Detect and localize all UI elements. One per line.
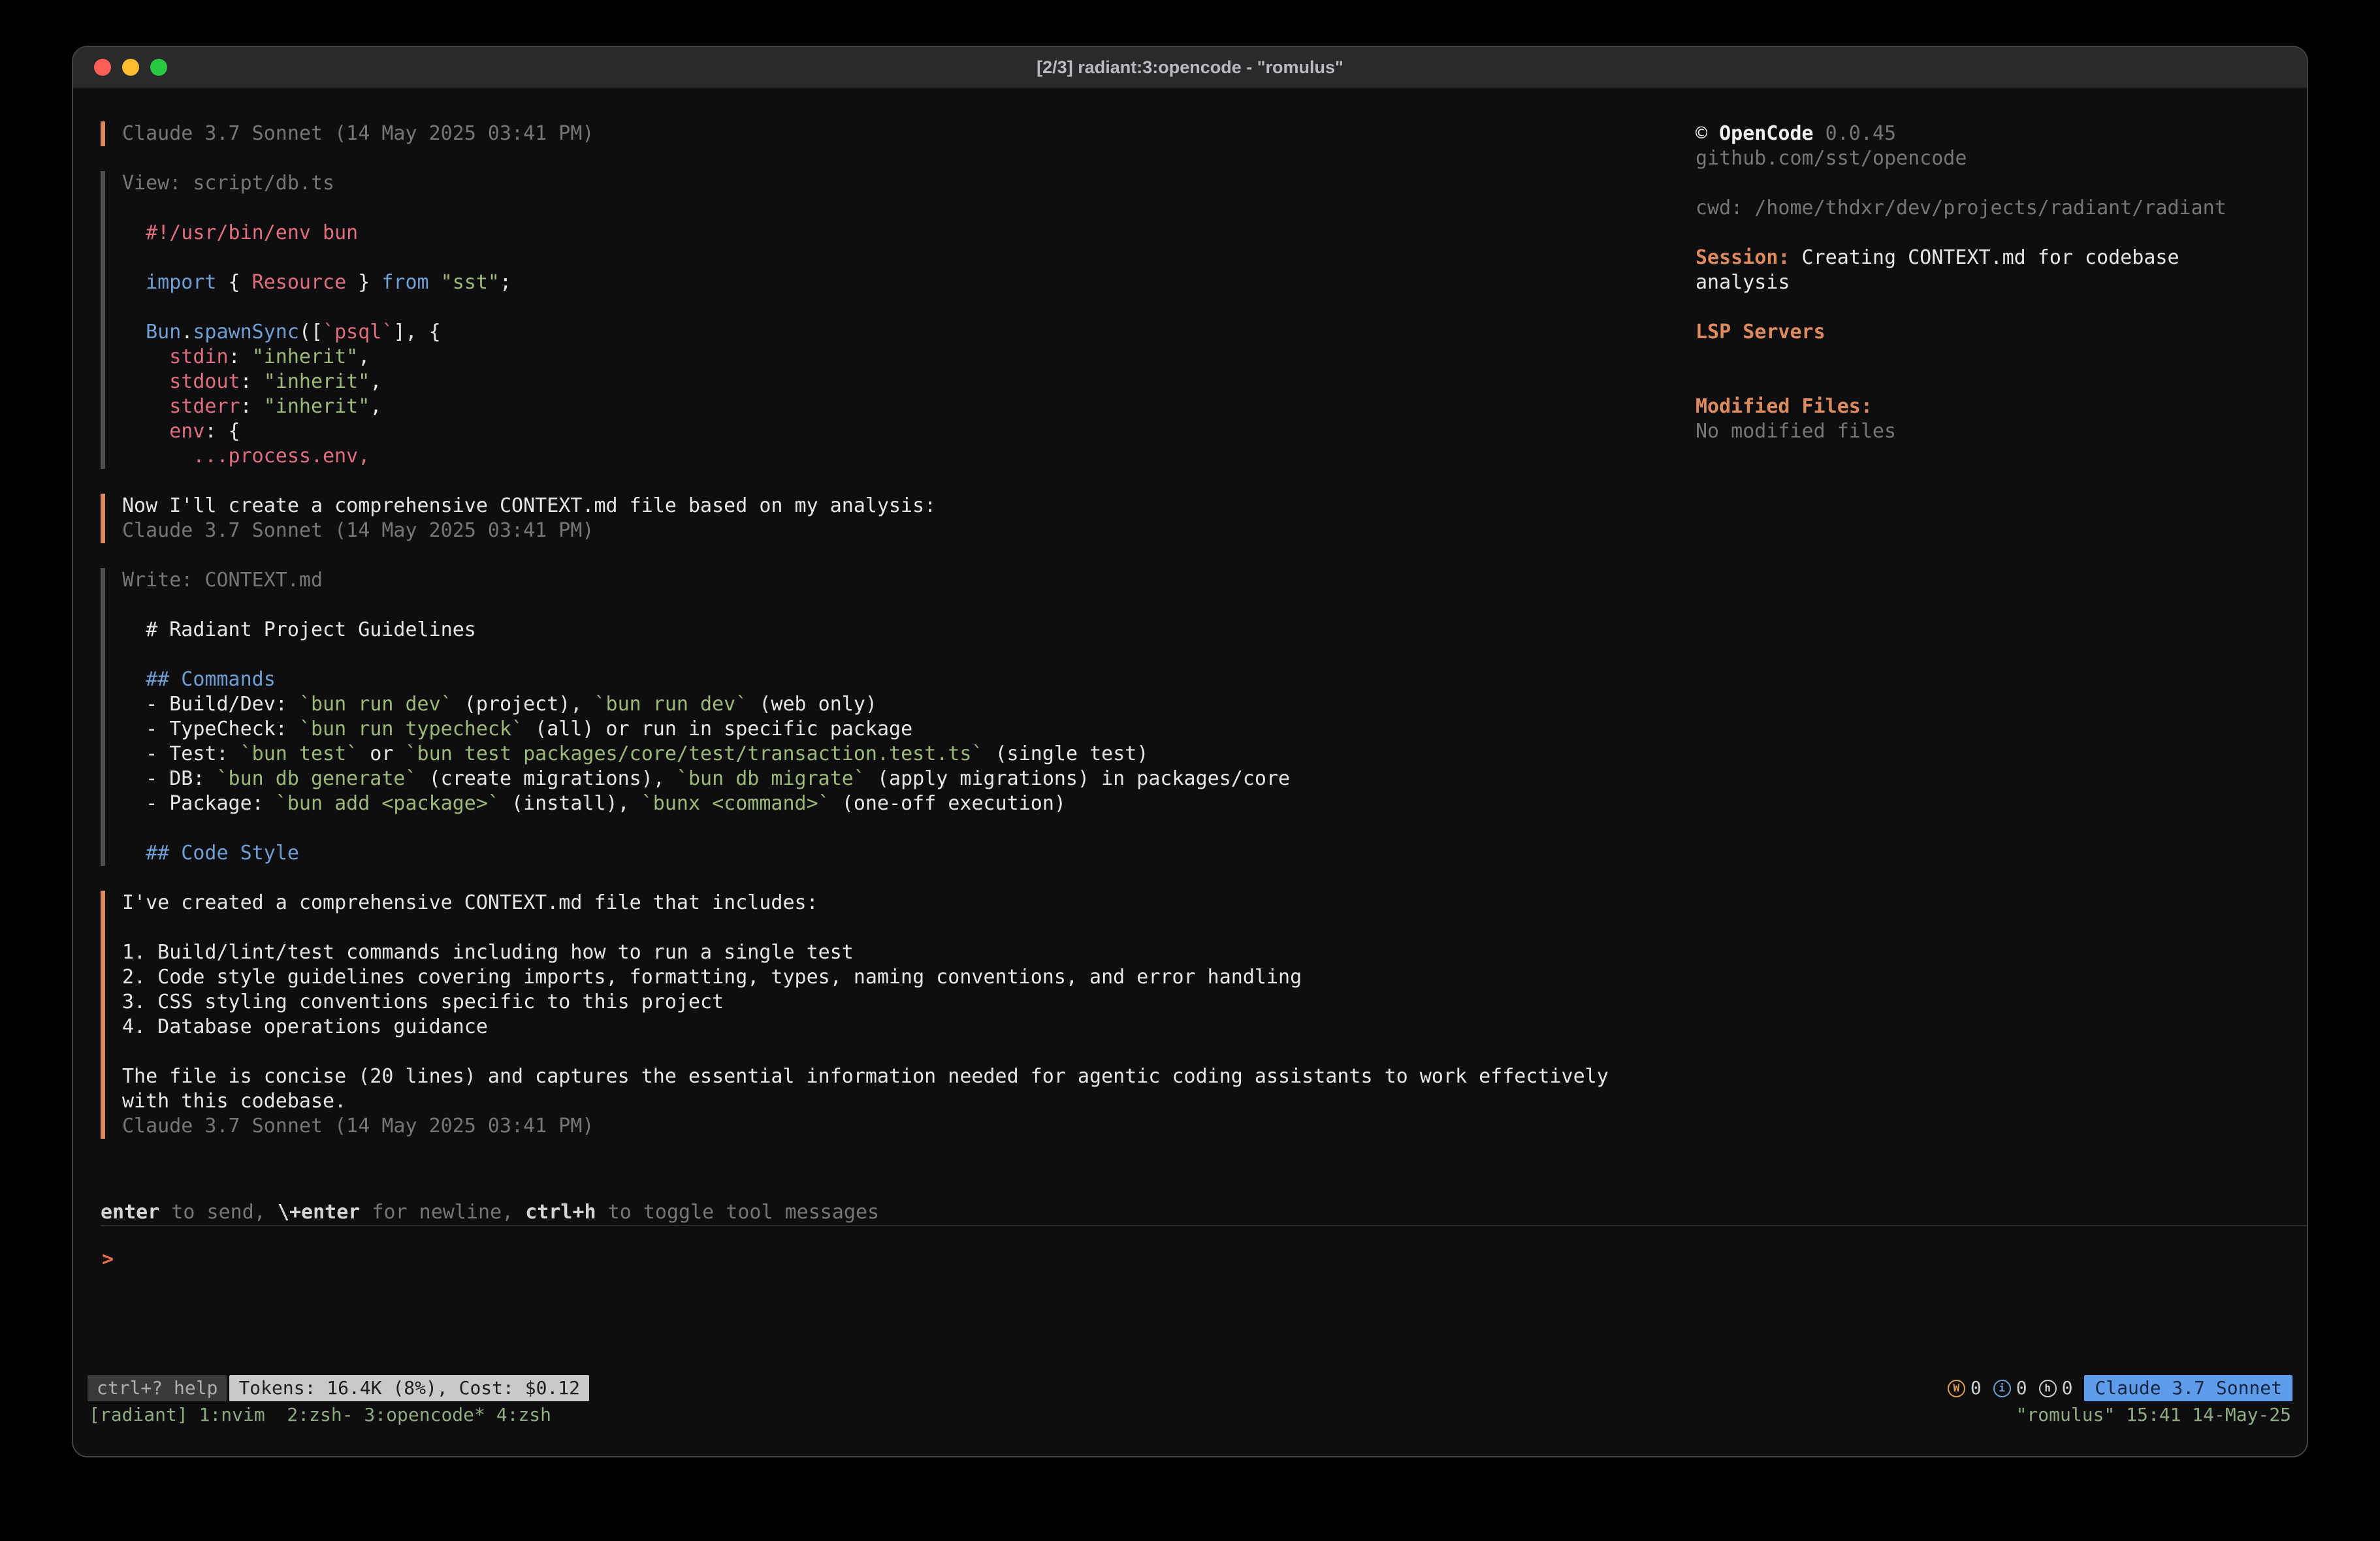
tool-view-block: View: script/db.ts #!/usr/bin/env bun im…: [101, 171, 1696, 469]
close-button[interactable]: [94, 59, 111, 76]
status-right: W 0 i 0 h 0 Claude 3.7 Sonnet: [1948, 1375, 2292, 1401]
tmux-windows: [radiant] 1:nvim 2:zsh- 3:opencode* 4:zs…: [89, 1403, 551, 1427]
message-text: Now I'll create a comprehensive CONTEXT.…: [122, 494, 1696, 518]
tmux-status-bar: [radiant] 1:nvim 2:zsh- 3:opencode* 4:zs…: [73, 1403, 2307, 1427]
status-left: ctrl+? help Tokens: 16.4K (8%), Cost: $0…: [88, 1375, 589, 1401]
tool-view-title: View: script/db.ts: [122, 171, 1696, 196]
lsp-servers-title: LSP Servers: [1696, 320, 2281, 345]
warning-count: 0: [1970, 1376, 1982, 1400]
minimize-button[interactable]: [122, 59, 139, 76]
tool-write-block: Write: CONTEXT.md # Radiant Project Guid…: [101, 568, 1696, 866]
warnings-indicator: W 0: [1948, 1376, 1982, 1400]
zoom-button[interactable]: [150, 59, 167, 76]
sidebar: © OpenCode 0.0.45 github.com/sst/opencod…: [1696, 89, 2307, 1164]
cwd-line: cwd: /home/thdxr/dev/projects/radiant/ra…: [1696, 196, 2281, 221]
info-icon: i: [1993, 1380, 2011, 1397]
assistant-message-header: Claude 3.7 Sonnet (14 May 2025 03:41 PM): [101, 121, 1696, 146]
hint-icon: h: [2039, 1380, 2057, 1397]
titlebar: [2/3] radiant:3:opencode - "romulus": [73, 47, 2307, 89]
assistant-message-summary: I've created a comprehensive CONTEXT.md …: [101, 891, 1696, 1139]
modified-files-title: Modified Files:: [1696, 394, 2281, 419]
keybinding-help: enter to send, \+enter for newline, ctrl…: [73, 1200, 2307, 1225]
warning-icon: W: [1948, 1380, 1965, 1397]
message-timestamp: Claude 3.7 Sonnet (14 May 2025 03:41 PM): [122, 121, 1696, 146]
chat-area: Claude 3.7 Sonnet (14 May 2025 03:41 PM)…: [73, 89, 1696, 1164]
message-timestamp: Claude 3.7 Sonnet (14 May 2025 03:41 PM): [122, 1114, 1696, 1139]
tokens-cost: Tokens: 16.4K (8%), Cost: $0.12: [229, 1375, 589, 1401]
repo-link: github.com/sst/opencode: [1696, 146, 2281, 171]
tmux-session-info: "romulus" 15:41 14-May-25: [2016, 1403, 2291, 1427]
hint-indicator: h 0: [2039, 1376, 2073, 1400]
prompt-symbol: >: [102, 1248, 114, 1271]
model-badge[interactable]: Claude 3.7 Sonnet: [2084, 1375, 2292, 1401]
hint-count: 0: [2062, 1376, 2073, 1400]
tool-write-title: Write: CONTEXT.md: [122, 568, 1696, 593]
db-ts-code-snippet: #!/usr/bin/env bun import { Resource } f…: [122, 196, 1696, 469]
status-bar: ctrl+? help Tokens: 16.4K (8%), Cost: $0…: [73, 1374, 2307, 1403]
terminal-window: [2/3] radiant:3:opencode - "romulus" Cla…: [73, 47, 2307, 1456]
modified-files-empty: No modified files: [1696, 419, 2281, 444]
bottom-area: enter to send, \+enter for newline, ctrl…: [73, 1200, 2307, 1456]
session-title: Session: Creating CONTEXT.md for codebas…: [1696, 246, 2281, 270]
app-header: © OpenCode 0.0.45: [1696, 121, 2281, 146]
prompt-input[interactable]: >: [73, 1226, 2307, 1374]
context-md-content: # Radiant Project Guidelines ## Commands…: [122, 593, 1696, 866]
session-title-wrap: analysis: [1696, 270, 2281, 295]
info-indicator: i 0: [1993, 1376, 2027, 1400]
message-timestamp: Claude 3.7 Sonnet (14 May 2025 03:41 PM): [122, 518, 1696, 543]
info-count: 0: [2016, 1376, 2027, 1400]
window-title: [2/3] radiant:3:opencode - "romulus": [1037, 55, 1343, 80]
assistant-message: Now I'll create a comprehensive CONTEXT.…: [101, 494, 1696, 543]
summary-text: I've created a comprehensive CONTEXT.md …: [122, 891, 1696, 1114]
help-hint: ctrl+? help: [88, 1375, 227, 1401]
terminal-content: Claude 3.7 Sonnet (14 May 2025 03:41 PM)…: [73, 89, 2307, 1456]
traffic-lights: [94, 47, 167, 87]
